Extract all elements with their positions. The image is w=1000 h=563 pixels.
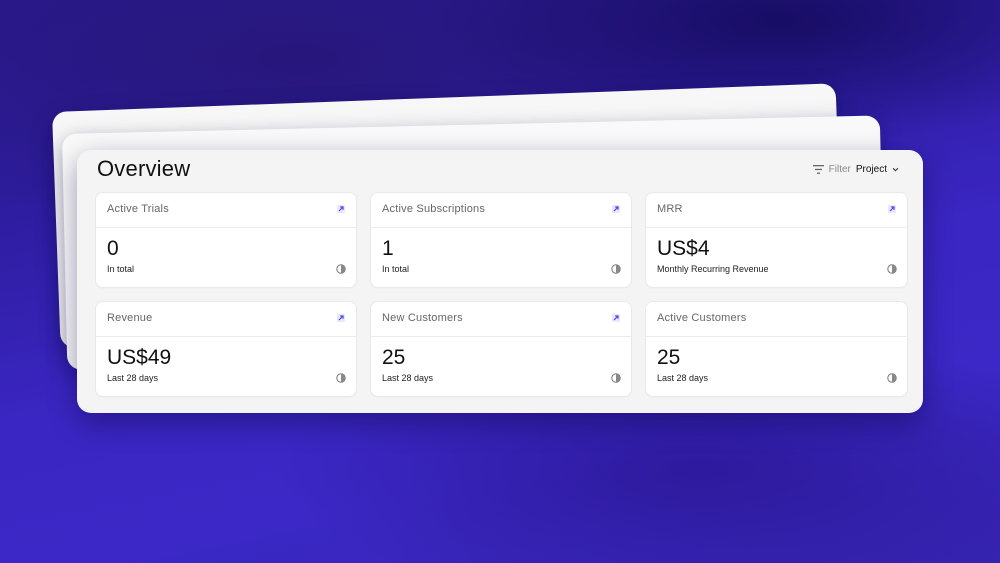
metric-card-header: Revenue (96, 302, 356, 337)
open-arrow-icon[interactable] (612, 314, 620, 322)
open-arrow-icon[interactable] (337, 314, 345, 322)
metric-title: Active Trials (107, 203, 169, 215)
info-icon[interactable] (336, 373, 346, 383)
metric-card-header: MRR (646, 193, 907, 228)
metric-card-header: Active Trials (96, 193, 356, 228)
open-arrow-icon[interactable] (337, 205, 345, 213)
info-icon[interactable] (336, 264, 346, 274)
metric-value: US$4 (657, 237, 710, 260)
info-icon[interactable] (887, 264, 897, 274)
filter-value: Project (855, 164, 887, 175)
metric-card-header: Active Customers (646, 302, 907, 337)
info-icon[interactable] (611, 264, 621, 274)
metric-card-active-trials[interactable]: Active Trials 0 In total (96, 193, 356, 287)
project-filter[interactable]: Filter Project (812, 164, 899, 175)
info-icon[interactable] (611, 373, 621, 383)
metric-value: 1 (382, 237, 394, 260)
metric-caption: Last 28 days (382, 373, 434, 383)
filter-label: Filter (828, 164, 851, 175)
metric-value: 25 (657, 346, 681, 369)
metric-card-mrr[interactable]: MRR US$4 Monthly Recurring Revenue (646, 193, 907, 287)
metric-caption: Monthly Recurring Revenue (657, 264, 769, 274)
overview-panel: Overview Filter Project Active Trials 0 … (77, 150, 923, 413)
page-title: Overview (97, 156, 191, 181)
metric-title: Revenue (107, 312, 153, 324)
chevron-down-icon (892, 167, 899, 172)
metric-card-active-subscriptions[interactable]: Active Subscriptions 1 In total (371, 193, 631, 287)
metric-value: 25 (382, 346, 406, 369)
metric-caption: In total (107, 264, 135, 274)
filter-icon (812, 165, 824, 174)
open-arrow-icon[interactable] (888, 205, 896, 213)
metric-caption: Last 28 days (107, 373, 159, 383)
metrics-grid: Active Trials 0 In total Active Subscrip… (96, 193, 907, 396)
metric-caption: In total (382, 264, 410, 274)
metric-value: 0 (107, 237, 119, 260)
metric-card-header: Active Subscriptions (371, 193, 631, 228)
metric-card-active-customers[interactable]: Active Customers 25 Last 28 days (646, 302, 907, 396)
metric-card-new-customers[interactable]: New Customers 25 Last 28 days (371, 302, 631, 396)
metric-title: New Customers (382, 312, 463, 324)
metric-value: US$49 (107, 346, 172, 369)
info-icon[interactable] (887, 373, 897, 383)
metric-caption: Last 28 days (657, 373, 709, 383)
metric-card-header: New Customers (371, 302, 631, 337)
open-arrow-icon[interactable] (612, 205, 620, 213)
metric-title: Active Subscriptions (382, 203, 486, 215)
metric-title: MRR (657, 203, 683, 215)
metric-card-revenue[interactable]: Revenue US$49 Last 28 days (96, 302, 356, 396)
metric-title: Active Customers (657, 312, 747, 324)
